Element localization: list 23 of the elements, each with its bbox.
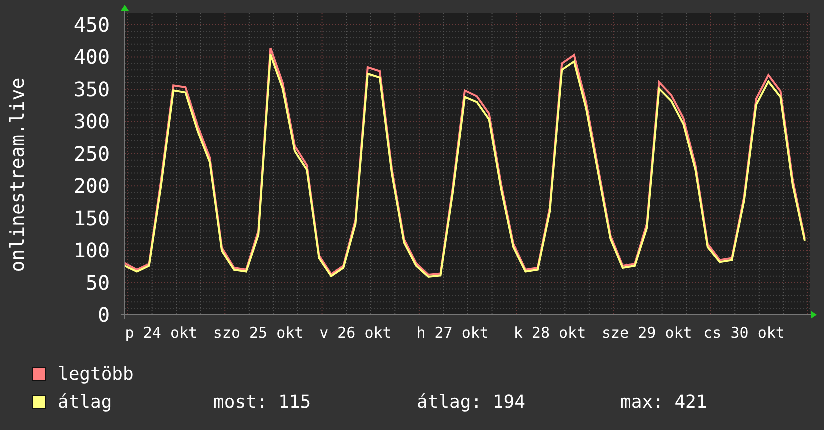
y-tick-label: 400 [74,45,110,70]
stat-value: átlag: 194 [417,392,526,412]
stat-value: most: 115 [214,392,312,412]
y-tick-label: 250 [74,142,110,166]
y-tick-label: 50 [86,270,110,295]
y-tick-label: 350 [74,77,110,102]
y-tick-label: 200 [74,174,110,198]
y-tick-label: 150 [74,206,110,230]
legend-label: legtöbb [58,364,135,384]
y-tick-label: 0 [98,303,110,327]
x-tick-label: cs 30 okt [704,324,785,342]
x-tick-label: p 24 okt [125,324,198,342]
x-tick-label: sze 29 okt [602,324,692,342]
y-tick-label: 300 [74,110,110,134]
y-tick-label: 100 [74,238,110,263]
stat-value: max: 421 [620,392,708,412]
x-tick-label: szo 25 okt [213,324,304,342]
x-tick-label: k 28 okt [514,324,586,342]
x-tick-label: v 26 okt [320,324,392,342]
y-axis-label: onlinestream.live [7,78,29,272]
legend-label: átlag [58,392,114,412]
y-tick-label: 450 [74,13,110,37]
x-tick-label: h 27 okt [416,324,489,342]
